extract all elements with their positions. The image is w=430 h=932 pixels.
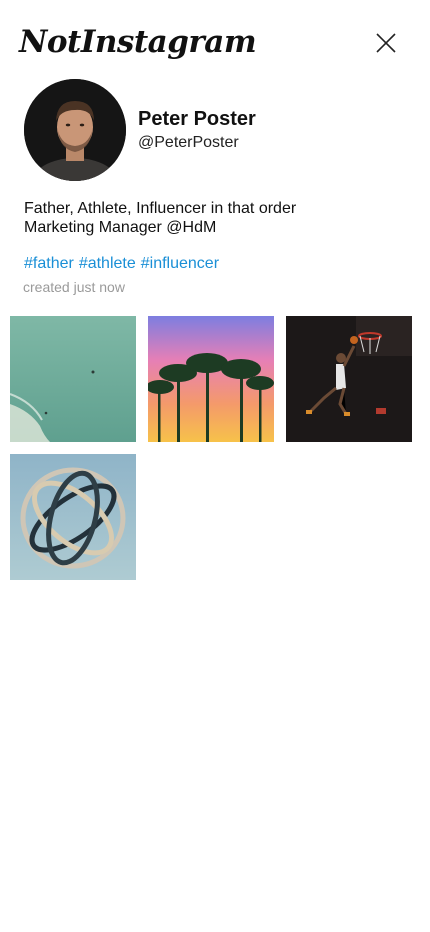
profile-avatar xyxy=(24,79,126,181)
hashtag-list: #father #athlete #influencer xyxy=(24,255,224,273)
close-icon xyxy=(376,33,396,53)
profile-display-name: Peter Poster xyxy=(138,108,256,130)
hashtag-link[interactable]: #influencer xyxy=(141,255,219,272)
profile-bio: Father, Athlete, Influencer in that orde… xyxy=(24,199,296,237)
hashtag-link[interactable]: #father xyxy=(24,255,74,272)
app-logo: NotInstagram xyxy=(19,24,257,60)
close-button[interactable] xyxy=(372,29,400,57)
bio-line: Marketing Manager @HdM xyxy=(24,219,217,236)
post-thumbnail-palms[interactable] xyxy=(148,316,274,442)
bio-line: Father, Athlete, Influencer in that orde… xyxy=(24,200,297,217)
post-thumbnail-basketball[interactable] xyxy=(286,316,412,442)
post-thumbnail-ocean[interactable] xyxy=(10,316,136,442)
created-timestamp: created just now xyxy=(23,279,125,295)
hashtag-link[interactable]: #athlete xyxy=(79,255,136,272)
profile-handle: @PeterPoster xyxy=(138,134,239,151)
post-thumbnail-sphere[interactable] xyxy=(10,454,136,580)
